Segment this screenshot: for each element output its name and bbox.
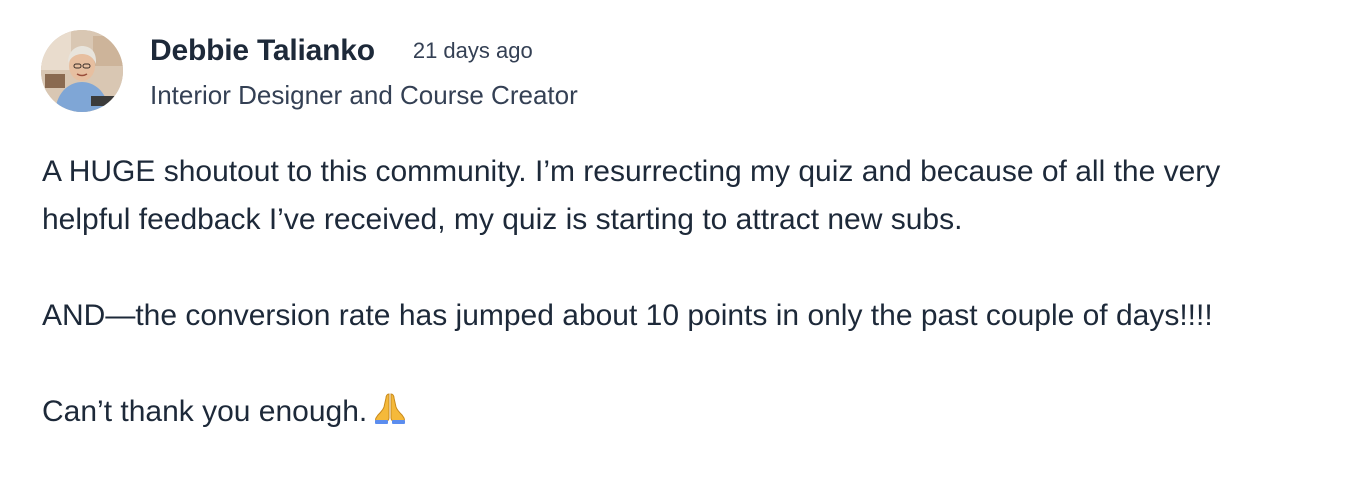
author-name[interactable]: Debbie Talianko: [150, 34, 375, 68]
author-avatar[interactable]: [41, 30, 123, 112]
author-title: Interior Designer and Course Creator: [150, 80, 578, 110]
post-paragraph: AND—the conversion rate has jumped about…: [42, 299, 1213, 332]
post-paragraph: A HUGE shoutout to this community. I’m r…: [42, 155, 1221, 236]
post-paragraph-text: Can’t thank you enough.: [42, 395, 368, 428]
folded-hands-icon: [373, 391, 407, 425]
post-card: Debbie Talianko 21 days ago Interior Des…: [0, 0, 1348, 498]
post-body: A HUGE shoutout to this community. I’m r…: [42, 148, 1312, 436]
post-timestamp[interactable]: 21 days ago: [413, 38, 533, 64]
post-paragraph-closing: Can’t thank you enough.: [42, 388, 1312, 436]
author-header: Debbie Talianko 21 days ago: [150, 31, 533, 71]
avatar-photo-icon: [41, 30, 123, 112]
